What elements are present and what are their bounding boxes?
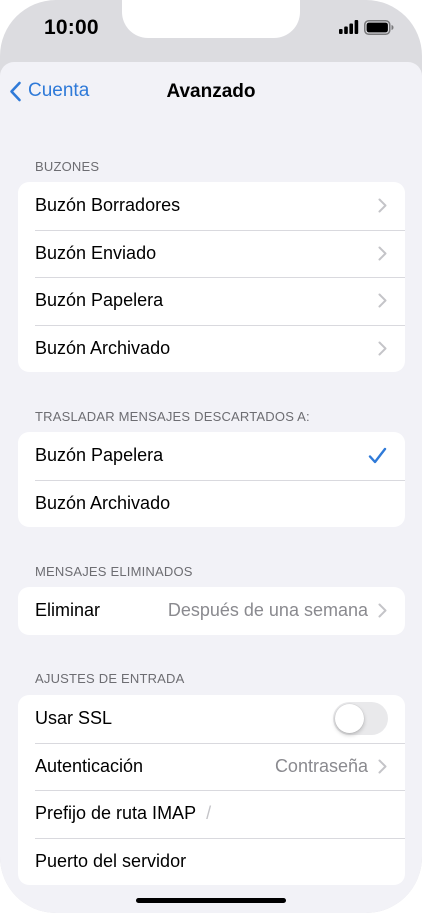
status-icons — [339, 19, 394, 35]
row-drafts-mailbox[interactable]: Buzón Borradores — [18, 182, 405, 230]
battery-icon — [364, 19, 394, 35]
row-archive-mailbox[interactable]: Buzón Archivado — [18, 324, 405, 373]
row-sent-mailbox[interactable]: Buzón Enviado — [18, 229, 405, 278]
row-label: Buzón Enviado — [35, 242, 157, 263]
row-label: Puerto del servidor — [35, 850, 187, 871]
chevron-right-icon — [378, 198, 387, 213]
row-label: Buzón Papelera — [35, 290, 164, 311]
move-discarded-group: Buzón Papelera Buzón Archivado — [18, 432, 405, 527]
row-trash-mailbox[interactable]: Buzón Papelera — [18, 277, 405, 325]
row-label: Buzón Archivado — [35, 337, 171, 358]
option-label: Buzón Archivado — [35, 492, 171, 513]
row-imap-path-prefix[interactable]: Prefijo de ruta IMAP / — [18, 790, 405, 838]
section-header-mailboxes: BUZONES — [35, 159, 100, 174]
chevron-right-icon — [378, 759, 387, 774]
section-header-deleted-messages: MENSAJES ELIMINADOS — [35, 564, 193, 579]
row-value: Después de una semana — [167, 600, 368, 621]
deleted-messages-group: Eliminar Después de una semana — [18, 587, 405, 635]
mailboxes-group: Buzón Borradores Buzón Enviado Buzón Pap… — [18, 182, 405, 372]
page-title: Avanzado — [166, 81, 256, 102]
signal-icon — [339, 20, 359, 34]
notch — [122, 0, 300, 38]
option-archive-mailbox[interactable]: Buzón Archivado — [18, 479, 405, 528]
chevron-right-icon — [378, 246, 387, 261]
row-server-port[interactable]: Puerto del servidor — [18, 837, 405, 886]
ssl-toggle[interactable] — [333, 702, 388, 736]
section-header-incoming-settings: AJUSTES DE ENTRADA — [35, 671, 185, 686]
chevron-right-icon — [378, 341, 387, 356]
row-label: Usar SSL — [35, 708, 113, 729]
row-label: Buzón Borradores — [35, 195, 181, 216]
imap-prefix-input[interactable]: / — [206, 803, 211, 824]
row-label: Prefijo de ruta IMAP — [35, 803, 197, 824]
row-delete-after[interactable]: Eliminar Después de una semana — [18, 587, 405, 635]
section-header-move-discarded: TRASLADAR MENSAJES DESCARTADOS A: — [35, 409, 310, 424]
row-label: Eliminar — [35, 600, 101, 621]
home-indicator[interactable] — [136, 898, 286, 903]
checkmark-icon — [368, 448, 387, 464]
row-label: Autenticación — [35, 755, 144, 776]
option-trash-mailbox[interactable]: Buzón Papelera — [18, 432, 405, 480]
row-authentication[interactable]: Autenticación Contraseña — [18, 742, 405, 791]
option-label: Buzón Papelera — [35, 445, 164, 466]
toggle-knob — [335, 704, 364, 734]
status-time: 10:00 — [44, 16, 99, 39]
row-value: Contraseña — [274, 755, 368, 776]
chevron-right-icon — [378, 603, 387, 618]
chevron-right-icon — [378, 293, 387, 308]
device-frame: 10:00 Cuenta Avanzado BUZONES Buzón Borr… — [0, 0, 422, 913]
row-use-ssl: Usar SSL — [18, 695, 405, 743]
incoming-settings-group: Usar SSL Autenticación Contraseña Prefij… — [18, 695, 405, 885]
